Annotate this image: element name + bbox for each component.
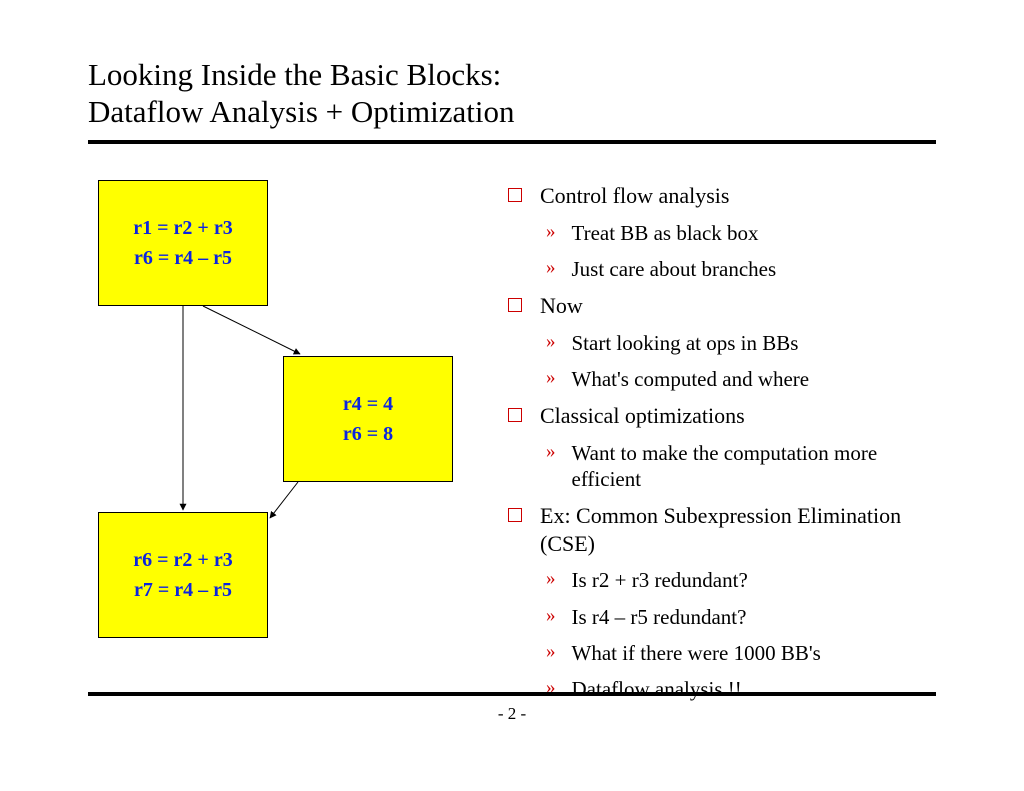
bb3-line1: r6 = r2 + r3 bbox=[133, 545, 232, 575]
square-bullet-icon bbox=[508, 408, 522, 422]
arrow-bullet-icon: » bbox=[546, 221, 556, 243]
arrow-bullet-icon: » bbox=[546, 568, 556, 590]
page-number: - 2 - bbox=[0, 704, 1024, 724]
bullet-text: Is r4 – r5 redundant? bbox=[572, 604, 929, 630]
bullet-text: What if there were 1000 BB's bbox=[572, 640, 929, 666]
bullet-text: Start looking at ops in BBs bbox=[572, 330, 929, 356]
bullet-level-2: » Just care about branches bbox=[546, 256, 928, 282]
bullet-level-2: » Treat BB as black box bbox=[546, 220, 928, 246]
arrow-bullet-icon: » bbox=[546, 367, 556, 389]
bullet-text: Now bbox=[540, 292, 928, 320]
title-rule bbox=[88, 140, 936, 144]
arrow-bullet-icon: » bbox=[546, 605, 556, 627]
bullet-level-2: » Is r2 + r3 redundant? bbox=[546, 567, 928, 593]
basic-block-1: r1 = r2 + r3 r6 = r4 – r5 bbox=[98, 180, 268, 306]
square-bullet-icon bbox=[508, 188, 522, 202]
bullet-level-2: » Start looking at ops in BBs bbox=[546, 330, 928, 356]
bb1-line2: r6 = r4 – r5 bbox=[134, 243, 232, 273]
bullet-text: Classical optimizations bbox=[540, 402, 928, 430]
slide-title: Looking Inside the Basic Blocks: Dataflo… bbox=[88, 56, 936, 130]
title-line-1: Looking Inside the Basic Blocks: bbox=[88, 57, 501, 92]
title-line-2: Dataflow Analysis + Optimization bbox=[88, 94, 514, 129]
bullet-text: Control flow analysis bbox=[540, 182, 928, 210]
arrow-bullet-icon: » bbox=[546, 441, 556, 463]
bullet-text: Is r2 + r3 redundant? bbox=[572, 567, 929, 593]
square-bullet-icon bbox=[508, 508, 522, 522]
bullet-level-1: Classical optimizations bbox=[508, 402, 928, 430]
arrow-bullet-icon: » bbox=[546, 257, 556, 279]
bullet-level-1: Now bbox=[508, 292, 928, 320]
bullet-text: Want to make the computation more effici… bbox=[572, 440, 929, 493]
bullet-text: What's computed and where bbox=[572, 366, 929, 392]
bullet-text: Dataflow analysis !! bbox=[572, 676, 929, 702]
basic-block-2: r4 = 4 r6 = 8 bbox=[283, 356, 453, 482]
bb3-line2: r7 = r4 – r5 bbox=[134, 575, 232, 605]
bullet-text: Just care about branches bbox=[572, 256, 929, 282]
bullet-level-1: Ex: Common Subexpression Elimination (CS… bbox=[508, 502, 928, 557]
bullet-level-1: Control flow analysis bbox=[508, 182, 928, 210]
arrow-bullet-icon: » bbox=[546, 331, 556, 353]
bullet-level-2: » What if there were 1000 BB's bbox=[546, 640, 928, 666]
slide-content: r1 = r2 + r3 r6 = r4 – r5 r4 = 4 r6 = 8 … bbox=[88, 164, 936, 704]
flow-diagram: r1 = r2 + r3 r6 = r4 – r5 r4 = 4 r6 = 8 … bbox=[88, 164, 488, 704]
bullet-level-2: » What's computed and where bbox=[546, 366, 928, 392]
bullet-level-2: »Dataflow analysis !! bbox=[546, 676, 928, 702]
bb2-line2: r6 = 8 bbox=[343, 419, 393, 449]
bottom-rule bbox=[88, 692, 936, 696]
square-bullet-icon bbox=[508, 298, 522, 312]
arrow-bb2-to-bb3 bbox=[270, 482, 298, 518]
bullet-level-2: » Is r4 – r5 redundant? bbox=[546, 604, 928, 630]
bb1-line1: r1 = r2 + r3 bbox=[133, 213, 232, 243]
bb2-line1: r4 = 4 bbox=[343, 389, 393, 419]
arrow-bullet-icon: » bbox=[546, 641, 556, 663]
bullet-level-2: » Want to make the computation more effic… bbox=[546, 440, 928, 493]
arrow-bb1-to-bb2 bbox=[203, 306, 300, 354]
basic-block-3: r6 = r2 + r3 r7 = r4 – r5 bbox=[98, 512, 268, 638]
bullet-list: Control flow analysis » Treat BB as black … bbox=[508, 182, 928, 712]
slide: Looking Inside the Basic Blocks: Dataflo… bbox=[0, 0, 1024, 791]
bullet-text: Treat BB as black box bbox=[572, 220, 929, 246]
bullet-text: Ex: Common Subexpression Elimination (CS… bbox=[540, 502, 928, 557]
